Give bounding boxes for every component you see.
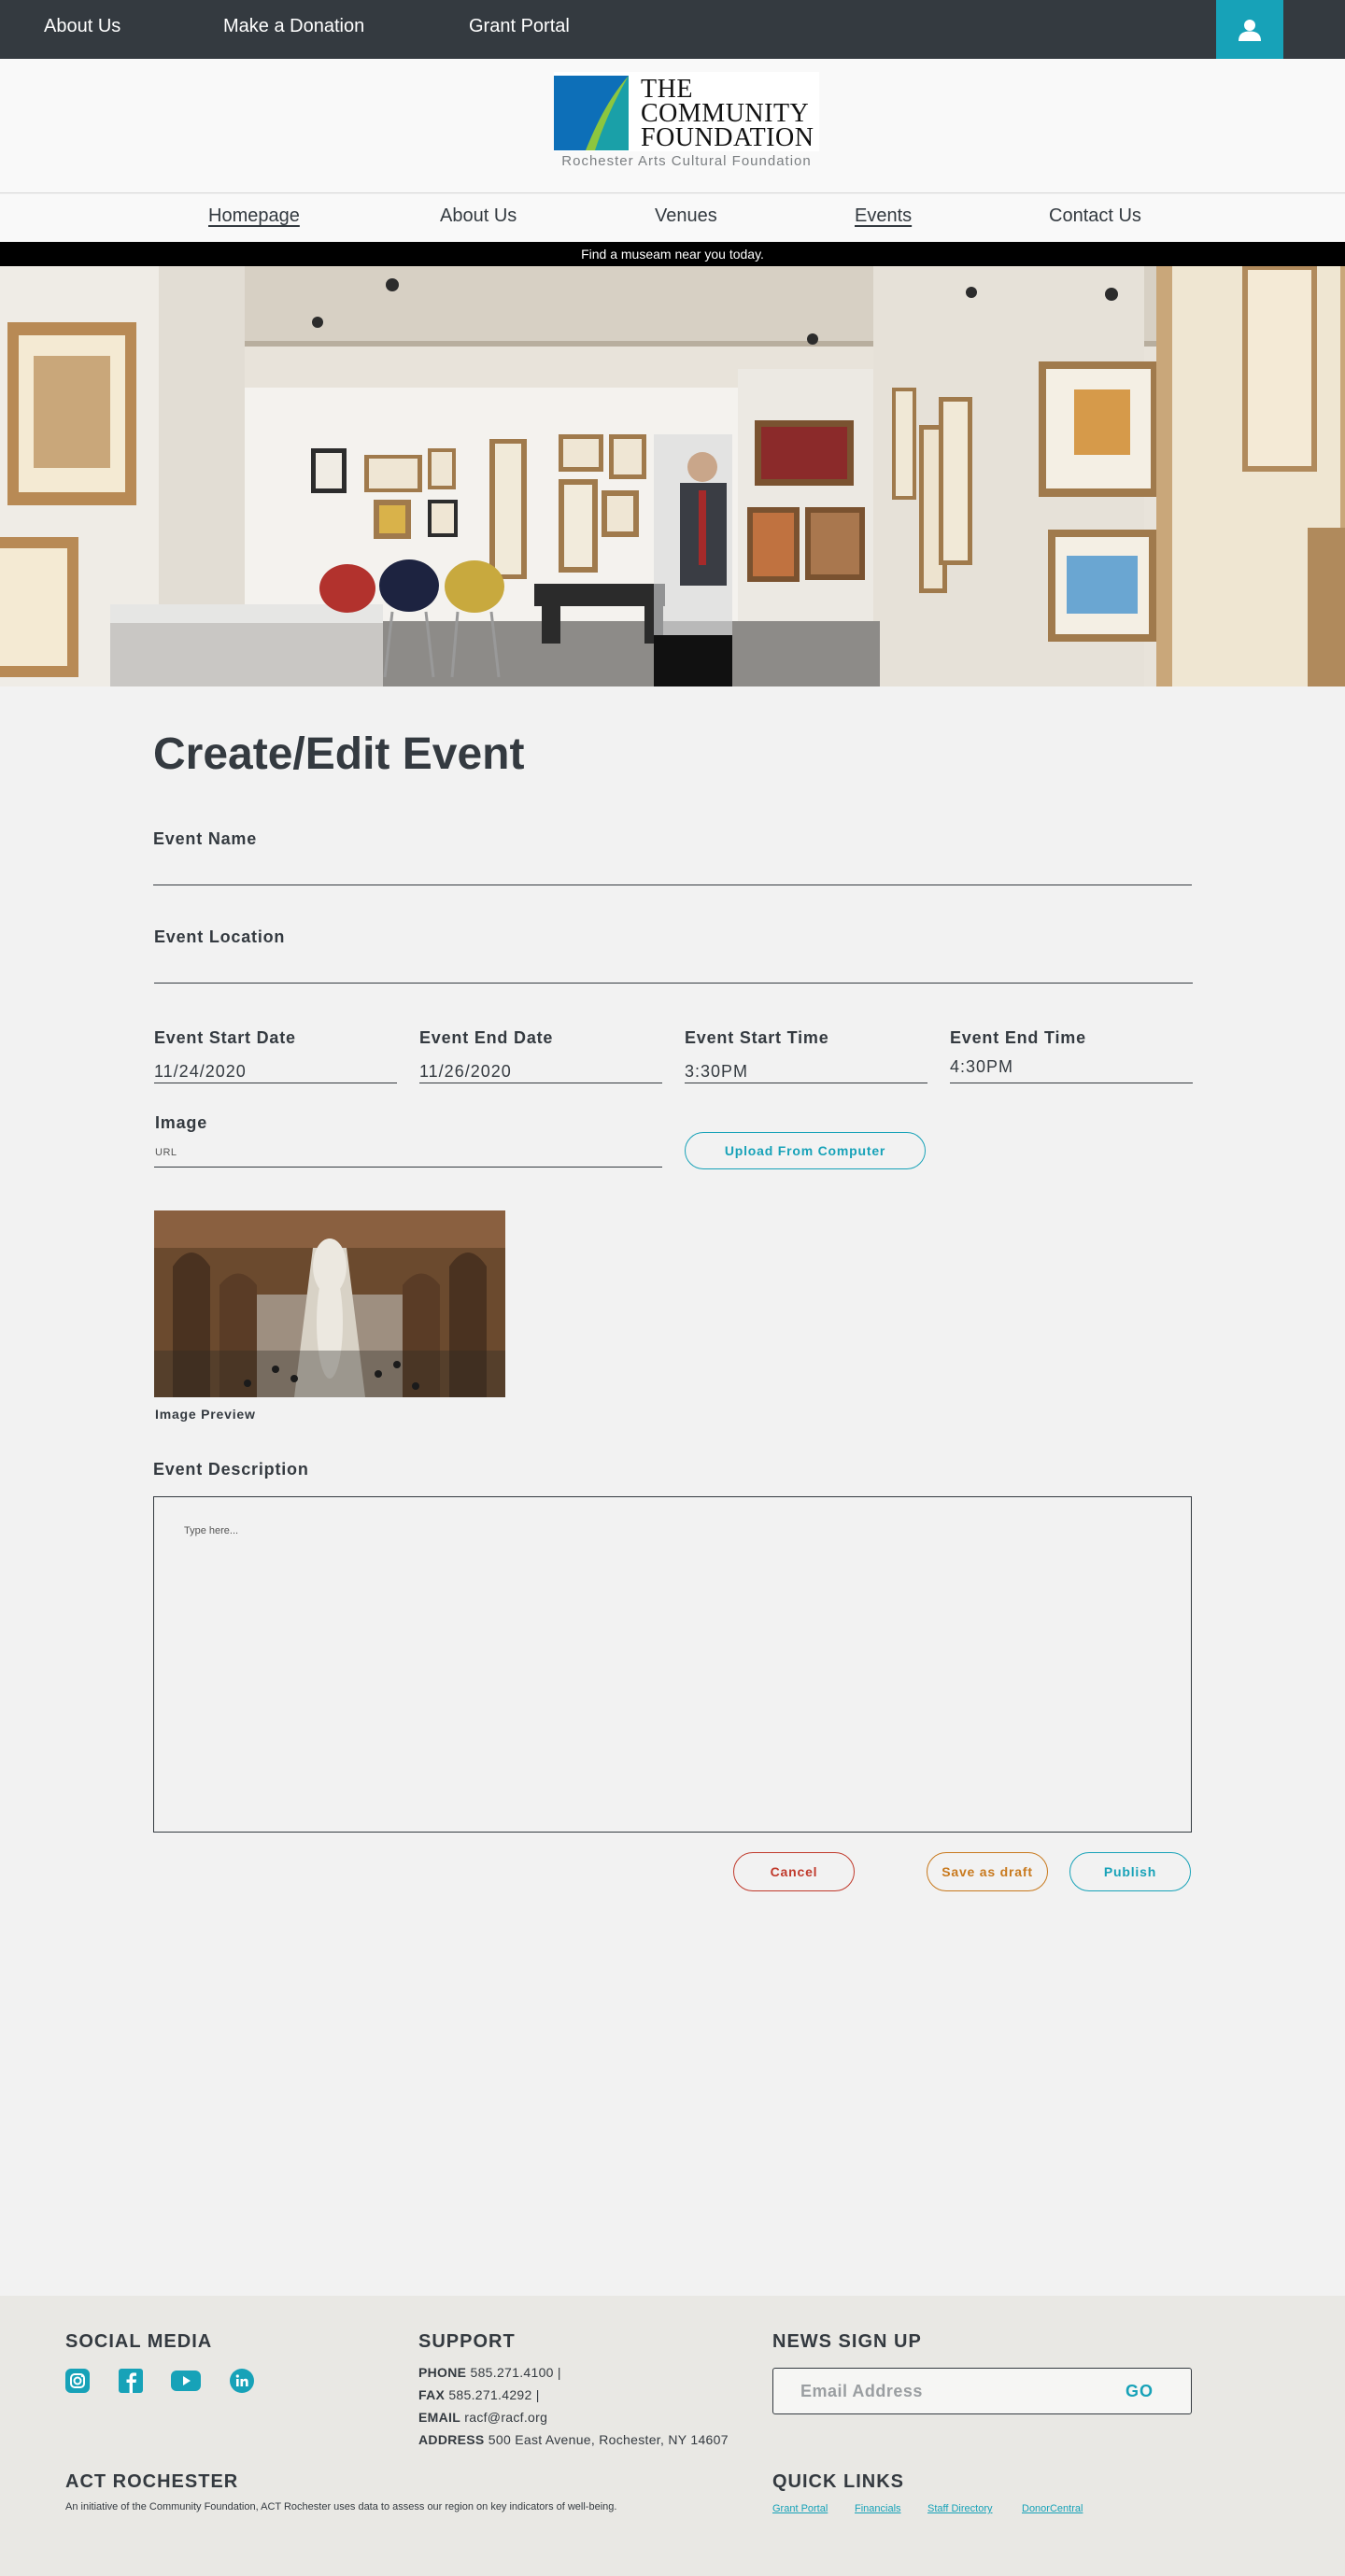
image-preview-caption: Image Preview	[155, 1407, 256, 1422]
upload-from-computer-button[interactable]: Upload From Computer	[685, 1132, 926, 1169]
quick-link-financials[interactable]: Financials	[855, 2503, 901, 2514]
start-time-label: Event Start Time	[685, 1028, 829, 1047]
quick-link-grant-portal[interactable]: Grant Portal	[772, 2503, 828, 2514]
community-foundation-logo[interactable]: THE COMMUNITY FOUNDATION	[554, 72, 819, 151]
main-nav: Homepage About Us Venues Events Contact …	[0, 194, 1345, 242]
instagram-icon[interactable]	[65, 2369, 90, 2393]
support-fax: FAX 585.271.4292 |	[418, 2387, 540, 2402]
logo-subtitle: Rochester Arts Cultural Foundation	[561, 153, 812, 169]
support-phone: PHONE 585.271.4100 |	[418, 2365, 561, 2380]
start-date-label: Event Start Date	[154, 1028, 296, 1047]
go-button[interactable]: GO	[1126, 2382, 1154, 2401]
description-placeholder: Type here...	[184, 1525, 239, 1536]
youtube-icon[interactable]	[171, 2369, 201, 2393]
start-date-input[interactable]: 11/24/2020	[154, 1062, 247, 1082]
address-value: 500 East Avenue, Rochester, NY 14607	[488, 2432, 729, 2447]
event-name-label: Event Name	[153, 829, 258, 848]
support-heading: SUPPORT	[418, 2331, 516, 2352]
image-label: Image	[155, 1113, 208, 1132]
phone-value[interactable]: 585.271.4100 |	[471, 2365, 561, 2380]
fax-value: 585.271.4292 |	[448, 2387, 540, 2402]
social-media-heading: SOCIAL MEDIA	[65, 2331, 213, 2352]
top-bar: About Us Make a Donation Grant Portal	[0, 0, 1345, 59]
top-link-grant-portal[interactable]: Grant Portal	[469, 0, 570, 59]
event-location-input[interactable]	[154, 953, 1193, 979]
linkedin-icon[interactable]	[230, 2369, 254, 2393]
image-url-input[interactable]: URL	[155, 1147, 177, 1158]
event-name-input[interactable]	[153, 856, 1192, 882]
image-url-underline	[154, 1167, 662, 1168]
foundation-logo-mark-icon	[554, 76, 629, 150]
logo-wordmark: THE COMMUNITY FOUNDATION	[641, 77, 818, 152]
user-icon	[1239, 19, 1261, 41]
logo-band: THE COMMUNITY FOUNDATION Rochester Arts …	[0, 59, 1345, 193]
end-time-label: Event End Time	[950, 1028, 1086, 1047]
support-address: ADDRESS 500 East Avenue, Rochester, NY 1…	[418, 2432, 729, 2447]
email-value[interactable]: racf@racf.org	[464, 2410, 547, 2425]
event-description-label: Event Description	[153, 1460, 309, 1479]
end-date-input[interactable]: 11/26/2020	[419, 1062, 512, 1082]
support-email: EMAIL racf@racf.org	[418, 2410, 547, 2425]
facebook-icon[interactable]	[119, 2369, 143, 2393]
act-rochester-description: An initiative of the Community Foundatio…	[65, 2501, 617, 2512]
cancel-button[interactable]: Cancel	[733, 1852, 855, 1891]
image-preview	[154, 1210, 505, 1397]
news-sign-up-heading: NEWS SIGN UP	[772, 2331, 922, 2352]
phone-label: PHONE	[418, 2365, 467, 2380]
end-time-input[interactable]: 4:30PM	[950, 1057, 1013, 1077]
end-date-label: Event End Date	[419, 1028, 554, 1047]
event-location-label: Event Location	[154, 927, 286, 946]
nav-homepage[interactable]: Homepage	[208, 205, 300, 227]
quick-link-donorcentral[interactable]: DonorCentral	[1022, 2503, 1083, 2514]
nav-venues[interactable]: Venues	[655, 205, 717, 227]
publish-button[interactable]: Publish	[1069, 1852, 1191, 1891]
event-location-underline	[154, 983, 1193, 984]
user-account-button[interactable]	[1216, 0, 1283, 59]
start-time-input[interactable]: 3:30PM	[685, 1062, 748, 1082]
email-placeholder: Email Address	[800, 2382, 923, 2400]
logo-line-3: FOUNDATION	[641, 123, 814, 152]
top-link-about-us[interactable]: About Us	[44, 0, 120, 59]
nav-about-us[interactable]: About Us	[440, 205, 517, 227]
quick-links-heading: QUICK LINKS	[772, 2471, 904, 2492]
top-link-make-a-donation[interactable]: Make a Donation	[223, 0, 364, 59]
nav-events[interactable]: Events	[855, 205, 912, 227]
quick-link-staff-directory[interactable]: Staff Directory	[927, 2503, 993, 2514]
email-label: EMAIL	[418, 2410, 461, 2425]
fax-label: FAX	[418, 2387, 446, 2402]
act-rochester-heading: ACT ROCHESTER	[65, 2471, 239, 2492]
address-label: ADDRESS	[418, 2432, 485, 2447]
promo-banner[interactable]: Find a museam near you today.	[0, 242, 1345, 266]
save-as-draft-button[interactable]: Save as draft	[927, 1852, 1048, 1891]
page-title: Create/Edit Event	[153, 729, 525, 779]
newsletter-email-input[interactable]: Email Address GO	[772, 2368, 1192, 2414]
event-description-textarea[interactable]: Type here...	[153, 1496, 1192, 1833]
nav-contact-us[interactable]: Contact Us	[1049, 205, 1141, 227]
hero-gallery-image	[0, 266, 1345, 686]
